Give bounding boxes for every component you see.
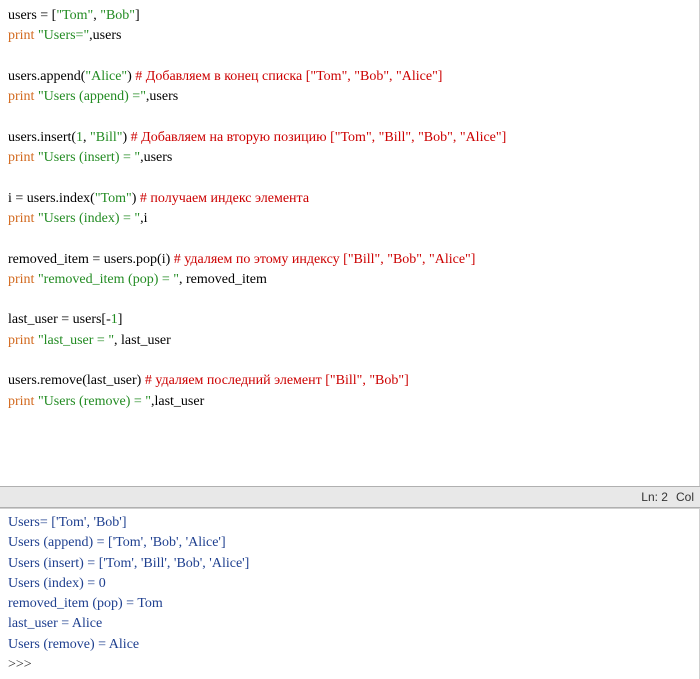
shell-prompt[interactable]: >>> — [8, 655, 691, 675]
code-line[interactable]: i = users.index("Tom") # получаем индекс… — [8, 189, 691, 209]
code-token: ) — [132, 191, 140, 206]
code-token: 1 — [111, 312, 118, 327]
code-line[interactable] — [8, 229, 691, 249]
shell-output-line: last_user = Alice — [8, 614, 691, 634]
code-line[interactable]: print "Users (insert) = ",users — [8, 148, 691, 168]
code-line[interactable]: print "Users=",users — [8, 26, 691, 46]
code-token: "Alice" — [85, 69, 127, 84]
code-token: "Users (index) = " — [38, 211, 140, 226]
code-token: "Tom" — [95, 191, 132, 206]
code-token: , last_user — [114, 333, 171, 348]
shell-output-line: Users (append) = ['Tom', 'Bob', 'Alice'] — [8, 533, 691, 553]
code-token: ,users — [146, 89, 178, 104]
code-token: i = users.index( — [8, 191, 95, 206]
code-line[interactable]: print "removed_item (pop) = ", removed_i… — [8, 270, 691, 290]
code-token: "removed_item (pop) = " — [38, 272, 179, 287]
code-token: # удаляем последний элемент ["Bill", "Bo… — [145, 373, 409, 388]
code-token: "last_user = " — [38, 333, 114, 348]
code-token: ] — [118, 312, 123, 327]
code-token: print — [8, 28, 34, 43]
code-line[interactable]: print "Users (remove) = ",last_user — [8, 392, 691, 412]
code-token: users = [ — [8, 8, 56, 23]
code-token: ) — [122, 130, 130, 145]
code-token: print — [8, 150, 34, 165]
status-col: Col — [676, 490, 694, 504]
code-line[interactable]: users.insert(1, "Bill") # Добавляем на в… — [8, 128, 691, 148]
code-token: "Users (append) =" — [38, 89, 146, 104]
shell-output-line: Users (insert) = ['Tom', 'Bill', 'Bob', … — [8, 554, 691, 574]
code-token: removed_item = users.pop(i) — [8, 252, 174, 267]
code-token: users.remove(last_user) — [8, 373, 145, 388]
code-token: print — [8, 333, 34, 348]
code-line[interactable] — [8, 168, 691, 188]
code-line[interactable]: last_user = users[-1] — [8, 310, 691, 330]
code-token: # получаем индекс элемента — [140, 191, 309, 206]
code-line[interactable]: print "Users (index) = ",i — [8, 209, 691, 229]
code-line[interactable] — [8, 290, 691, 310]
code-line[interactable]: users = ["Tom", "Bob"] — [8, 6, 691, 26]
code-token: # Добавляем в конец списка ["Tom", "Bob"… — [135, 69, 442, 84]
code-token: , — [83, 130, 90, 145]
shell-output-line: Users (remove) = Alice — [8, 635, 691, 655]
code-line[interactable] — [8, 107, 691, 127]
code-token: "Users (remove) = " — [38, 394, 151, 409]
code-token: users.append( — [8, 69, 85, 84]
code-token: ,last_user — [151, 394, 204, 409]
code-token: print — [8, 211, 34, 226]
code-token: ,users — [140, 150, 172, 165]
shell-output-line: Users= ['Tom', 'Bob'] — [8, 513, 691, 533]
code-token: "Tom" — [56, 8, 93, 23]
code-line[interactable]: print "Users (append) =",users — [8, 87, 691, 107]
code-token: "Users=" — [38, 28, 89, 43]
code-line[interactable]: users.append("Alice") # Добавляем в коне… — [8, 67, 691, 87]
code-token: , removed_item — [179, 272, 267, 287]
code-token: ] — [135, 8, 140, 23]
code-token: "Bob" — [100, 8, 135, 23]
shell-output-pane[interactable]: Users= ['Tom', 'Bob']Users (append) = ['… — [0, 508, 700, 679]
code-token: last_user = users[- — [8, 312, 111, 327]
code-token: print — [8, 272, 34, 287]
status-line: Ln: 2 — [641, 490, 668, 504]
code-token: ,i — [140, 211, 147, 226]
code-token: ,users — [89, 28, 121, 43]
code-token: print — [8, 89, 34, 104]
code-line[interactable]: print "last_user = ", last_user — [8, 331, 691, 351]
status-bar: Ln: 2 Col — [0, 486, 700, 508]
code-editor-pane[interactable]: users = ["Tom", "Bob"]print "Users=",use… — [0, 0, 700, 486]
code-token: 1 — [76, 130, 83, 145]
shell-output-line: removed_item (pop) = Tom — [8, 594, 691, 614]
shell-output-line: Users (index) = 0 — [8, 574, 691, 594]
code-line[interactable]: users.remove(last_user) # удаляем послед… — [8, 371, 691, 391]
code-token: print — [8, 394, 34, 409]
code-line[interactable] — [8, 47, 691, 67]
code-token: "Bill" — [90, 130, 122, 145]
code-line[interactable]: removed_item = users.pop(i) # удаляем по… — [8, 250, 691, 270]
code-token: # Добавляем на вторую позицию ["Tom", "B… — [131, 130, 507, 145]
code-token: # удаляем по этому индексу ["Bill", "Bob… — [174, 252, 476, 267]
code-line[interactable] — [8, 351, 691, 371]
code-token: users.insert( — [8, 130, 76, 145]
code-token: "Users (insert) = " — [38, 150, 140, 165]
